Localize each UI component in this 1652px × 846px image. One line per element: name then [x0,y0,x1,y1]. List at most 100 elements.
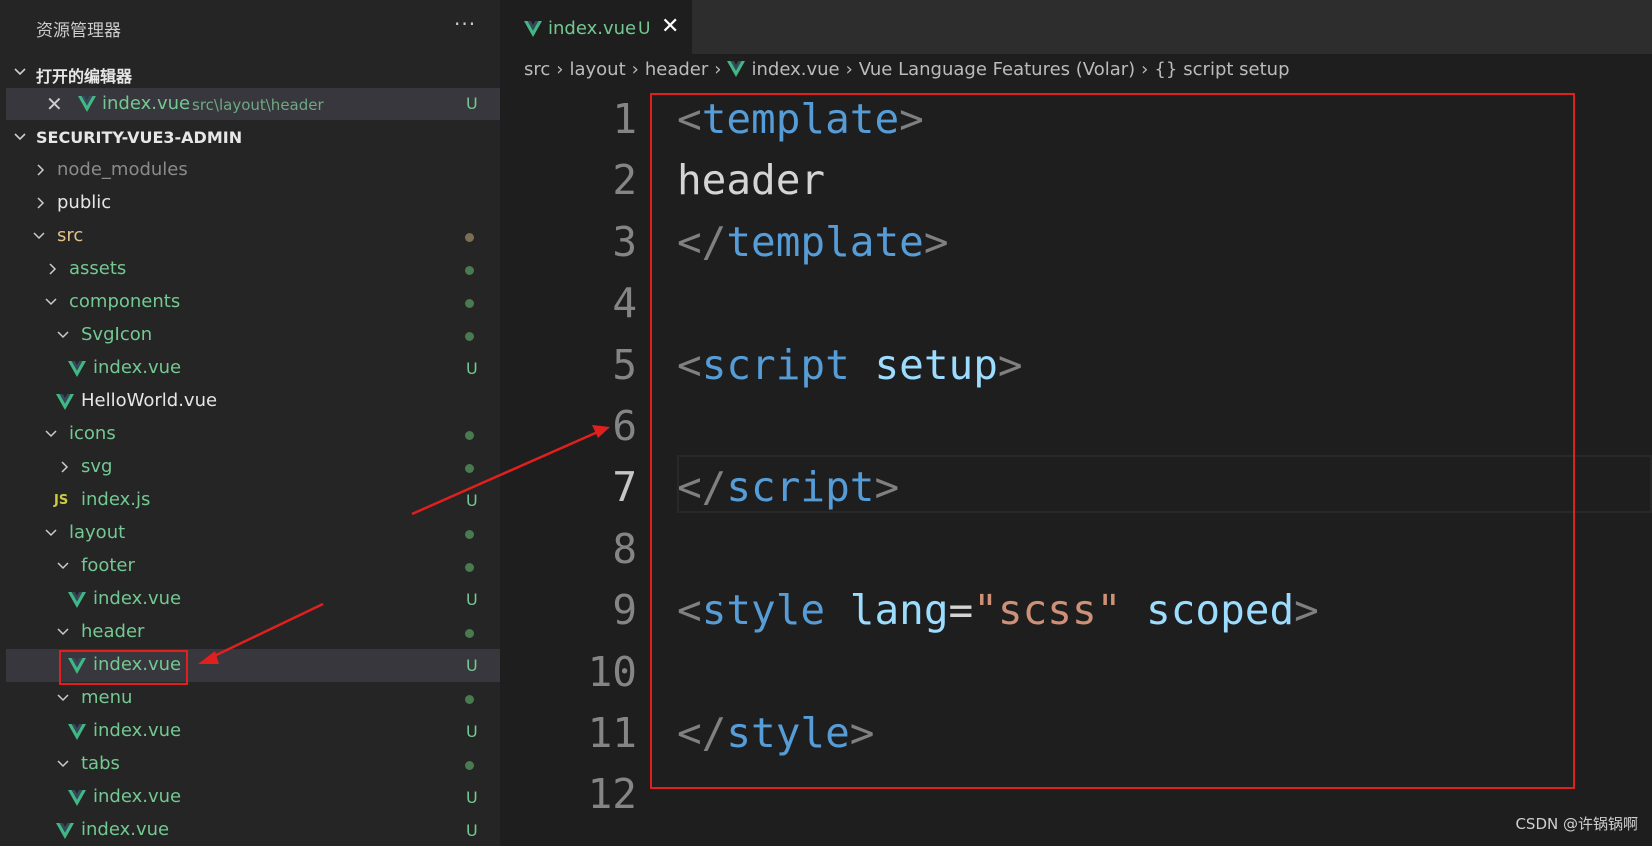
tree-file-helloworld-vue[interactable]: HelloWorld.vue [0,385,500,418]
close-icon[interactable]: ✕ [46,92,63,116]
chevron-right-icon: › [1141,58,1149,80]
untracked-badge: U [466,656,478,675]
tree-label: index.vue [93,357,182,378]
vue-file-icon [68,724,86,740]
close-icon[interactable]: ✕ [661,14,679,39]
tree-label: header [81,621,145,642]
tree-file-svgicon-index-vue[interactable]: index.vue U [0,352,500,385]
ellipsis-icon[interactable]: ··· [454,12,476,36]
project-header[interactable]: SECURITY-VUE3-ADMIN [0,122,500,154]
open-editors-label: 打开的编辑器 [36,67,133,86]
tree-file-footer-index-vue[interactable]: index.vue U [0,583,500,616]
untracked-badge: U [466,94,478,113]
tree-label: layout [69,522,126,543]
breadcrumb-item[interactable]: header [645,59,708,80]
line-number: 3 [612,217,637,266]
tree-label: index.js [81,489,151,510]
tree-folder-public[interactable]: public [0,187,500,220]
line-number: 7 [612,463,637,512]
chevron-down-icon [45,529,57,537]
tree-label: HelloWorld.vue [81,390,218,411]
tree-folder-svg[interactable]: svg [0,451,500,484]
chevron-right-icon: › [845,58,853,80]
untracked-dot [465,761,474,770]
tree-file-menu-index-vue[interactable]: index.vue U [0,715,500,748]
line-number: 5 [612,340,637,389]
tree-folder-layout[interactable]: layout [0,517,500,550]
untracked-badge: U [466,491,478,510]
open-editor-item[interactable]: ✕ index.vue src\layout\header U [6,88,500,120]
untracked-badge: U [466,821,478,840]
tree-folder-footer[interactable]: footer [0,550,500,583]
chevron-down-icon [57,562,69,570]
breadcrumb-item[interactable]: index.vue [751,59,839,80]
untracked-badge: U [466,590,478,609]
line-number: 12 [587,770,637,819]
vue-file-icon [56,394,74,410]
tab-label: index.vue [548,18,637,39]
tree-folder-node-modules[interactable]: node_modules [0,154,500,187]
chevron-right-icon [49,263,57,275]
breadcrumb-item[interactable]: Vue Language Features (Volar) [859,59,1135,80]
explorer-sidebar: 资源管理器 ··· 打开的编辑器 ✕ index.vue src\layout\… [0,0,500,846]
line-number: 6 [612,402,637,450]
untracked-dot [465,530,474,539]
open-editors-header[interactable]: 打开的编辑器 [0,57,500,89]
tree-label: footer [81,555,135,576]
modified-dot [465,233,474,242]
chevron-right-icon [61,461,69,473]
untracked-dot [465,431,474,440]
vscode-window: 资源管理器 ··· 打开的编辑器 ✕ index.vue src\layout\… [0,0,1652,846]
open-editor-filename: index.vue [102,93,191,114]
open-editor-path: src\layout\header [192,96,324,114]
tree-file-index-js[interactable]: JS index.js U [0,484,500,517]
vue-file-icon [68,592,86,608]
explorer-title: 资源管理器 [36,21,121,41]
vue-file-icon [727,61,746,77]
project-name: SECURITY-VUE3-ADMIN [36,128,243,147]
breadcrumb-item[interactable]: src [524,59,550,80]
chevron-down-icon [57,331,69,339]
untracked-dot [465,629,474,638]
chevron-down-icon [57,694,69,702]
tree-label: index.vue [93,720,182,741]
untracked-dot [465,695,474,704]
chevron-down-icon [14,133,26,141]
tab-index-vue[interactable]: index.vue U ✕ [500,0,692,55]
tree-label: index.vue [81,819,170,840]
editor-tab-bar: index.vue U ✕ [500,0,1652,55]
chevron-right-icon: › [556,58,564,80]
tree-file-tabs-index-vue[interactable]: index.vue U [0,781,500,814]
annotation-box-selected-file [59,650,188,685]
breadcrumb-item[interactable]: script setup [1183,59,1289,80]
vue-file-icon [524,21,542,37]
tree-folder-icons[interactable]: icons [0,418,500,451]
untracked-badge: U [466,359,478,378]
untracked-badge: U [638,19,651,39]
tree-folder-src[interactable]: src [0,220,500,253]
tree-label: index.vue [93,588,182,609]
tree-folder-tabs[interactable]: tabs [0,748,500,781]
chevron-right-icon [37,197,45,209]
tree-label: src [57,225,84,246]
tree-file-layout-index-vue[interactable]: index.vue U [0,814,500,846]
tree-label: icons [69,423,116,444]
chevron-down-icon [45,430,57,438]
tree-label: public [57,192,112,213]
vue-file-icon [68,790,86,806]
tree-folder-menu[interactable]: menu [0,682,500,715]
breadcrumb-item[interactable]: layout [569,59,625,80]
line-number: 11 [587,709,637,757]
untracked-badge: U [466,722,478,741]
tree-folder-svgicon[interactable]: SvgIcon [0,319,500,352]
untracked-dot [465,332,474,341]
tree-folder-components[interactable]: components [0,286,500,319]
breadcrumb: src › layout › header › index.vue › Vue Language… [524,58,1290,86]
vue-file-icon [78,96,96,112]
explorer-header: 资源管理器 ··· [0,0,500,54]
line-number: 1 [612,95,637,143]
annotation-box-code [650,93,1575,789]
tree-label: node_modules [57,159,188,180]
tree-folder-assets[interactable]: assets [0,253,500,286]
tree-folder-header[interactable]: header [0,616,500,649]
